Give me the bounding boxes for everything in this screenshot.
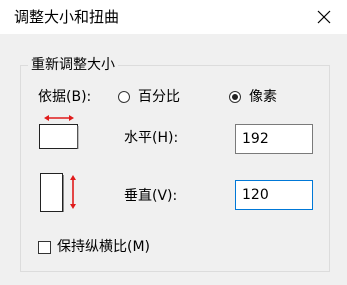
title-bar: 调整大小和扭曲 — [0, 0, 347, 34]
radio-pixels-circle — [229, 91, 241, 103]
resize-group-legend: 重新调整大小 — [28, 56, 118, 74]
vertical-resize-icon — [40, 173, 76, 212]
radio-percentage-circle — [118, 91, 130, 103]
window-title: 调整大小和扭曲 — [14, 8, 120, 26]
radio-pixels[interactable]: 像素 — [229, 88, 277, 106]
close-icon — [317, 10, 331, 24]
horizontal-resize-icon — [39, 115, 79, 149]
radio-pixels-label: 像素 — [249, 89, 277, 105]
keep-aspect-ratio-label: 保持纵横比(M) — [57, 239, 151, 255]
vertical-input[interactable] — [235, 180, 313, 210]
keep-aspect-ratio-checkbox[interactable]: 保持纵横比(M) — [38, 238, 150, 256]
horizontal-label: 水平(H): — [124, 130, 179, 146]
vertical-label: 垂直(V): — [124, 188, 178, 204]
horizontal-input[interactable] — [235, 124, 313, 154]
keep-aspect-ratio-box — [38, 240, 51, 254]
radio-percentage-label: 百分比 — [138, 89, 180, 105]
close-button[interactable] — [301, 0, 347, 34]
radio-percentage[interactable]: 百分比 — [118, 88, 180, 106]
basis-label: 依据(B): — [38, 89, 92, 105]
